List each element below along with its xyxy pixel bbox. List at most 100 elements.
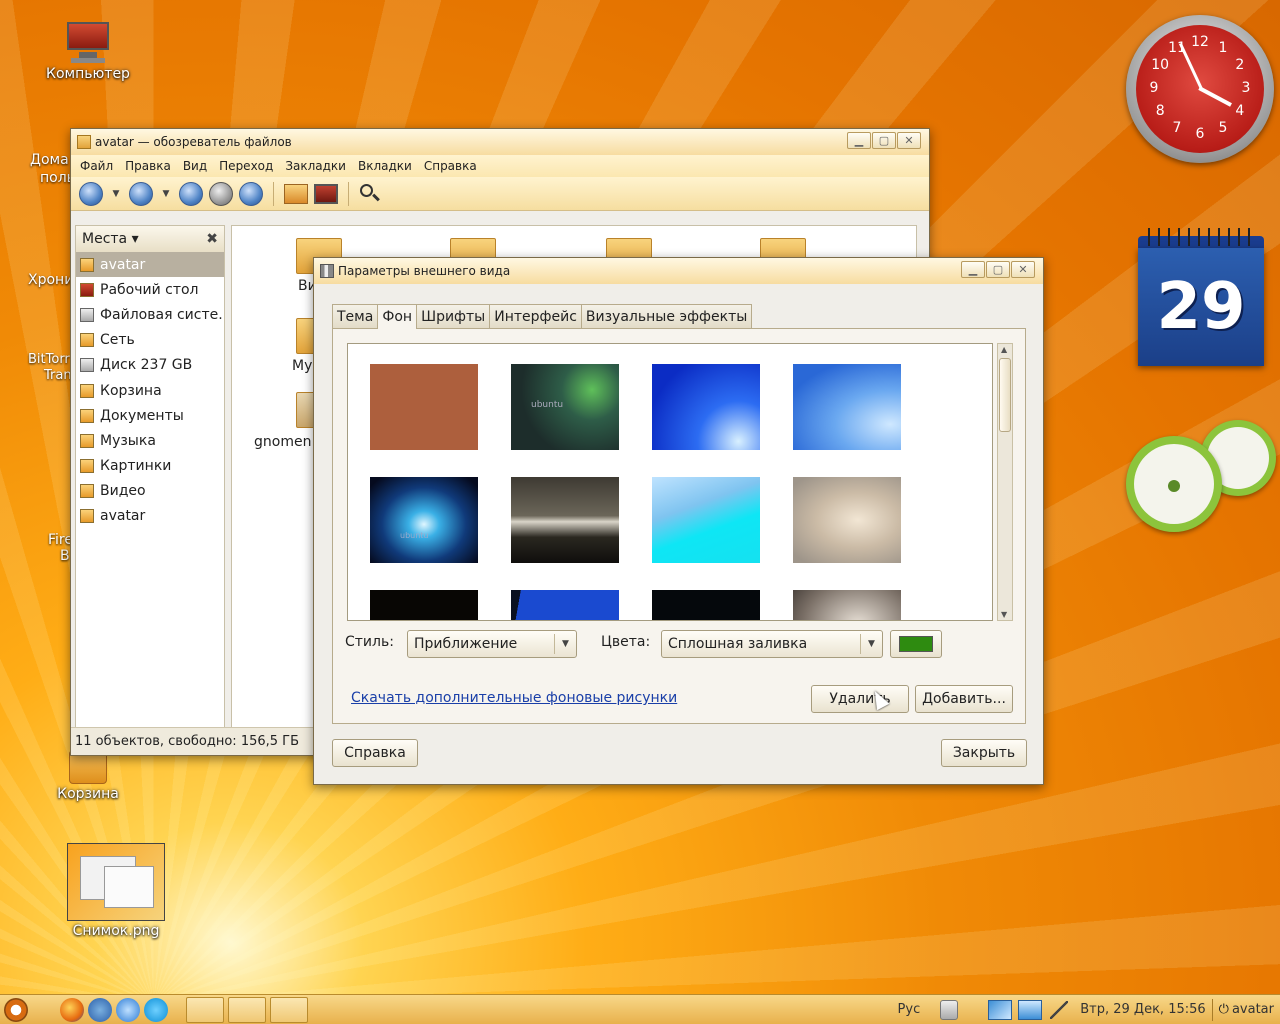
- forward-history-dropdown-icon[interactable]: ▼: [159, 189, 173, 199]
- forward-icon[interactable]: [129, 181, 153, 206]
- wallpaper-thumbnail[interactable]: [652, 364, 760, 450]
- file-manager-titlebar[interactable]: avatar — обозреватель файлов ▁ ▢ ✕: [71, 129, 929, 155]
- back-icon[interactable]: [79, 181, 103, 206]
- sidebar-item-avatar-home[interactable]: avatar: [76, 252, 224, 278]
- volume-icon[interactable]: [1050, 1000, 1069, 1019]
- sidebar-item-filesystem[interactable]: Файловая систе...: [76, 302, 224, 327]
- wallpaper-thumbnail[interactable]: [370, 590, 478, 620]
- wallpaper-thumbnail[interactable]: [370, 364, 478, 450]
- clock-widget[interactable]: 12 1 2 3 4 5 6 7 8 9 10 11: [1126, 15, 1274, 163]
- colors-select-value: Сплошная заливка: [668, 636, 808, 652]
- wallpaper-gallery[interactable]: ubuntu ubuntu: [347, 343, 993, 621]
- color-swatch: [899, 636, 933, 652]
- wallpaper-thumbnail[interactable]: ubuntu: [511, 364, 619, 450]
- menu-edit[interactable]: Правка: [124, 159, 172, 173]
- sidebar-item-pictures[interactable]: Картинки: [76, 454, 224, 479]
- taskbar-firefox[interactable]: [228, 996, 266, 1023]
- tab-fonts[interactable]: Шрифты: [416, 304, 491, 328]
- clock-numeral: 1: [1218, 40, 1228, 57]
- places-header[interactable]: Места ▾ ✖: [76, 226, 224, 252]
- computer-icon[interactable]: [314, 183, 338, 204]
- wallpaper-thumbnail[interactable]: ubuntu: [370, 477, 478, 563]
- disk-icon[interactable]: [940, 999, 959, 1020]
- desktop-label-partial: Дома: [30, 152, 69, 168]
- appearance-dialog[interactable]: Параметры внешнего вида ▁ ▢ ✕ Тема Фон Ш…: [313, 257, 1044, 785]
- display-icon[interactable]: [1018, 999, 1043, 1020]
- main-menu-icon[interactable]: [4, 997, 28, 1022]
- tab-visual-effects[interactable]: Визуальные эффекты: [580, 304, 753, 328]
- back-history-dropdown-icon[interactable]: ▼: [109, 189, 123, 199]
- wallpaper-thumbnail[interactable]: [652, 590, 760, 620]
- skype-icon[interactable]: [144, 997, 168, 1022]
- download-backgrounds-link[interactable]: Скачать дополнительные фоновые рисунки: [351, 690, 677, 706]
- desktop-icon-computer[interactable]: Компьютер: [38, 22, 138, 82]
- user-menu[interactable]: avatar: [1232, 1002, 1274, 1017]
- sidebar-item-network[interactable]: Сеть: [76, 328, 224, 353]
- wallpaper-thumbnail[interactable]: [793, 477, 901, 563]
- power-icon[interactable]: ⏻: [1219, 1002, 1229, 1017]
- firefox-icon[interactable]: [60, 997, 84, 1022]
- taskbar-separator: [1211, 998, 1213, 1021]
- menu-bookmarks[interactable]: Закладки: [284, 159, 347, 173]
- dialog-titlebar[interactable]: Параметры внешнего вида ▁ ▢ ✕: [314, 258, 1043, 284]
- minimize-button[interactable]: ▁: [961, 261, 985, 278]
- style-select[interactable]: Приближение ▼: [407, 630, 577, 658]
- clock-datetime[interactable]: Втр, 29 Дек, 15:56: [1080, 1002, 1205, 1017]
- network-icon[interactable]: [988, 999, 1013, 1020]
- menu-go[interactable]: Переход: [218, 159, 274, 173]
- home-icon[interactable]: [284, 183, 308, 204]
- wallpaper-thumbnail[interactable]: [652, 477, 760, 563]
- wallpaper-thumbnail[interactable]: [511, 477, 619, 563]
- help-icon[interactable]: [116, 997, 140, 1022]
- keyboard-layout-indicator[interactable]: Рус: [898, 1002, 921, 1017]
- close-dialog-button[interactable]: Закрыть: [941, 739, 1027, 767]
- wallpaper-thumbnail[interactable]: [511, 590, 619, 620]
- search-icon[interactable]: [359, 183, 381, 205]
- sidebar-item-documents[interactable]: Документы: [76, 403, 224, 428]
- sidebar-item-disk[interactable]: Диск 237 GB: [76, 353, 224, 378]
- reload-icon[interactable]: [239, 181, 263, 206]
- desktop-icon-screenshot-file[interactable]: Снимок.png: [66, 843, 166, 939]
- close-button[interactable]: ✕: [1011, 261, 1035, 278]
- clock-numeral: 11: [1168, 40, 1186, 57]
- minimize-button[interactable]: ▁: [847, 132, 871, 149]
- tab-background[interactable]: Фон: [377, 304, 418, 329]
- sidebar-item-music[interactable]: Музыка: [76, 428, 224, 453]
- remove-button[interactable]: Удалить: [811, 685, 909, 713]
- color-picker-button[interactable]: [890, 630, 942, 658]
- colors-select[interactable]: Сплошная заливка ▼: [661, 630, 883, 658]
- scrollbar-thumb[interactable]: [999, 358, 1011, 432]
- menu-file[interactable]: Файл: [79, 159, 114, 173]
- maximize-button[interactable]: ▢: [986, 261, 1010, 278]
- wallpaper-thumbnail[interactable]: [793, 590, 901, 620]
- clock-numeral: 8: [1155, 103, 1165, 119]
- menu-tabs[interactable]: Вкладки: [357, 159, 413, 173]
- gauge-widget-large[interactable]: [1126, 436, 1222, 532]
- taskbar-file-manager[interactable]: [186, 996, 224, 1023]
- add-button[interactable]: Добавить...: [915, 685, 1013, 713]
- gallery-scrollbar[interactable]: ▲ ▼: [997, 343, 1013, 621]
- sidebar-item-trash[interactable]: Корзина: [76, 378, 224, 403]
- close-sidebar-icon[interactable]: ✖: [206, 231, 218, 247]
- close-button[interactable]: ✕: [897, 132, 921, 149]
- scroll-up-icon[interactable]: ▲: [1001, 345, 1007, 354]
- sidebar-item-avatar[interactable]: avatar: [76, 504, 224, 529]
- desktop-icon-trash[interactable]: Корзина: [38, 750, 138, 802]
- stop-icon[interactable]: [209, 181, 233, 206]
- wallpaper-thumbnail[interactable]: [793, 364, 901, 450]
- sidebar-item-label: Сеть: [100, 332, 135, 349]
- maximize-button[interactable]: ▢: [872, 132, 896, 149]
- messenger-icon[interactable]: [88, 997, 112, 1022]
- menu-view[interactable]: Вид: [182, 159, 208, 173]
- menu-help[interactable]: Справка: [423, 159, 478, 173]
- tab-interface[interactable]: Интерфейс: [489, 304, 582, 328]
- scroll-down-icon[interactable]: ▼: [1001, 610, 1007, 619]
- up-icon[interactable]: [179, 181, 203, 206]
- tab-theme[interactable]: Тема: [332, 304, 379, 328]
- help-button[interactable]: Справка: [332, 739, 418, 767]
- sidebar-item-desktop[interactable]: Рабочий стол: [76, 277, 224, 302]
- calendar-widget[interactable]: 29: [1138, 228, 1264, 366]
- sidebar-item-videos[interactable]: Видео: [76, 479, 224, 504]
- clock-numeral: 2: [1235, 57, 1245, 73]
- taskbar-appearance[interactable]: [270, 996, 308, 1023]
